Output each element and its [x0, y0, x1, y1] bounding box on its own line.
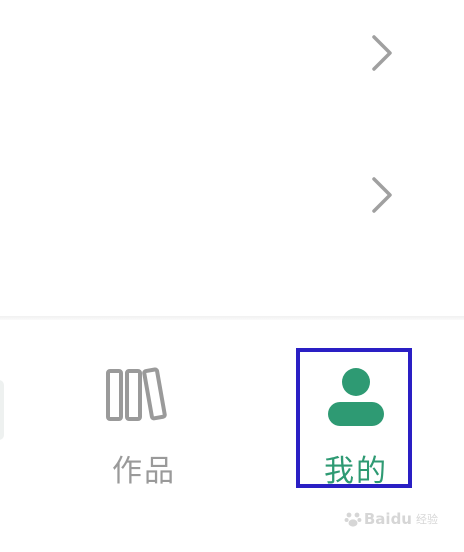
tab-works-label: 作品: [112, 454, 176, 489]
list-item[interactable]: [0, 130, 464, 260]
list-item[interactable]: [0, 0, 464, 130]
chevron-right-icon: [372, 177, 392, 213]
tab-mine[interactable]: 我的: [296, 350, 416, 490]
edge-shadow: [0, 380, 4, 440]
paw-icon: [344, 512, 362, 527]
chevron-right-icon: [372, 35, 392, 71]
watermark-text: Baidu: [363, 510, 412, 528]
person-icon: [328, 368, 384, 426]
books-icon: [106, 367, 167, 421]
tab-works[interactable]: 作品: [80, 350, 200, 490]
tab-mine-label: 我的: [324, 454, 388, 489]
baidu-watermark: Baidu 经验: [344, 508, 438, 530]
app-screen: 作品 我的 Baidu 经验: [0, 0, 464, 552]
watermark-sub: 经验: [416, 513, 438, 526]
